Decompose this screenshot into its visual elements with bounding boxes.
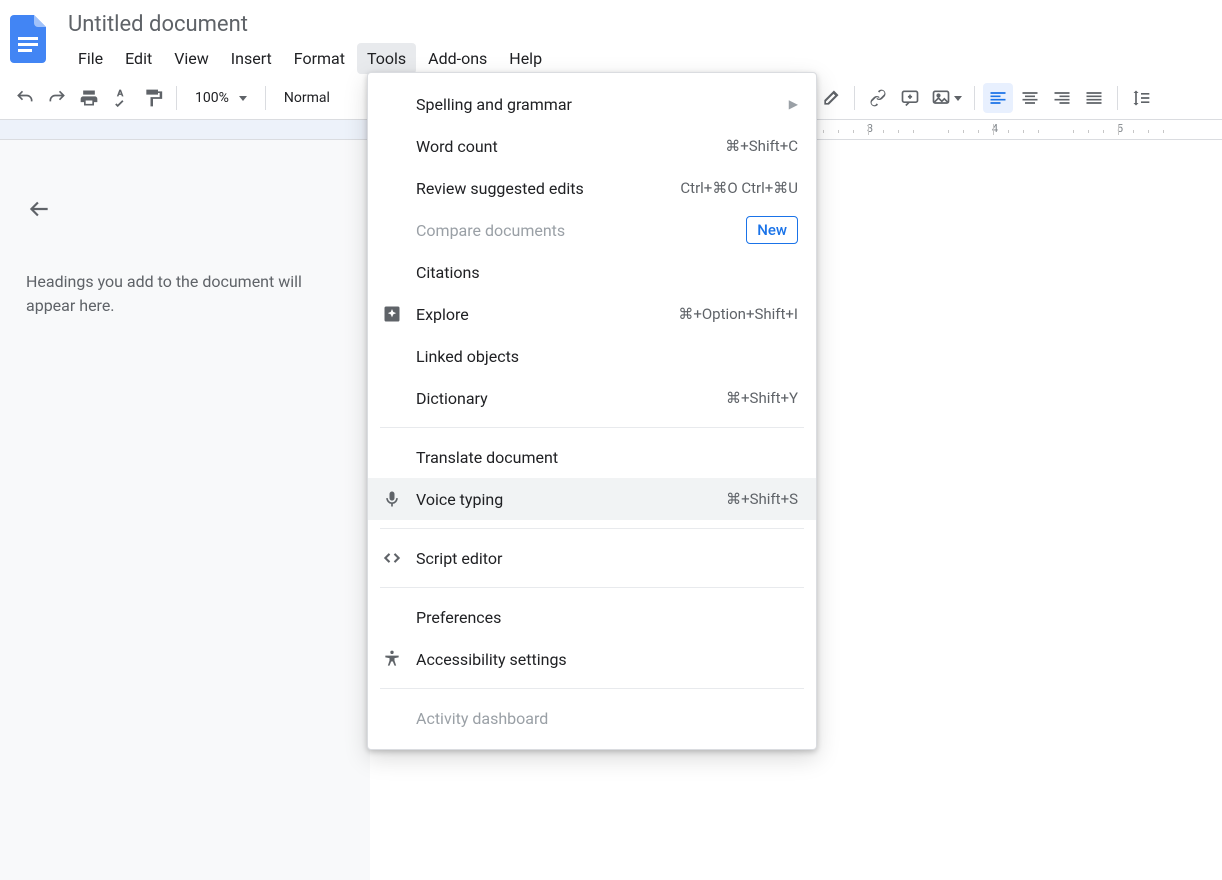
add-comment-button[interactable] bbox=[895, 83, 925, 113]
menu-tools[interactable]: Tools bbox=[357, 43, 416, 74]
spellcheck-button[interactable] bbox=[106, 83, 136, 113]
menu-item-linked-objects[interactable]: Linked objects bbox=[368, 335, 816, 377]
menu-item-script-editor[interactable]: Script editor bbox=[368, 537, 816, 579]
line-spacing-button[interactable] bbox=[1126, 83, 1156, 113]
undo-button[interactable] bbox=[10, 83, 40, 113]
menu-shortcut: ⌘+Shift+C bbox=[725, 137, 798, 155]
menu-item-label: Spelling and grammar bbox=[416, 95, 773, 114]
menu-shortcut: ⌘+Shift+S bbox=[726, 490, 798, 508]
menu-format[interactable]: Format bbox=[284, 43, 355, 74]
new-badge: New bbox=[746, 216, 798, 244]
menu-item-label: Explore bbox=[416, 305, 662, 324]
insert-link-button[interactable] bbox=[863, 83, 893, 113]
document-title[interactable]: Untitled document bbox=[68, 8, 552, 43]
menu-file[interactable]: File bbox=[68, 43, 113, 74]
menu-separator bbox=[380, 528, 804, 529]
align-center-button[interactable] bbox=[1015, 83, 1045, 113]
menu-separator bbox=[380, 688, 804, 689]
explore-icon bbox=[380, 302, 404, 326]
menu-item-label: Compare documents bbox=[416, 221, 746, 240]
menu-add-ons[interactable]: Add-ons bbox=[418, 43, 497, 74]
outline-pane: Headings you add to the document will ap… bbox=[0, 140, 370, 880]
blank-icon bbox=[380, 218, 404, 242]
menu-shortcut: Ctrl+⌘O Ctrl+⌘U bbox=[680, 179, 798, 197]
menubar: FileEditViewInsertFormatToolsAdd-onsHelp bbox=[68, 43, 552, 74]
menu-item-accessibility-settings[interactable]: Accessibility settings bbox=[368, 638, 816, 680]
toolbar-separator bbox=[854, 86, 855, 110]
menu-item-label: Word count bbox=[416, 137, 709, 156]
caret-down-icon bbox=[954, 96, 962, 101]
caret-down-icon bbox=[239, 96, 247, 101]
tools-menu-dropdown: Spelling and grammar ▶ Word count ⌘+Shift+C… bbox=[367, 72, 817, 750]
outline-empty-hint: Headings you add to the document will ap… bbox=[26, 270, 330, 318]
menu-help[interactable]: Help bbox=[499, 43, 552, 74]
blank-icon bbox=[380, 92, 404, 116]
blank-icon bbox=[380, 176, 404, 200]
zoom-select[interactable]: 100% bbox=[185, 90, 257, 106]
toolbar-separator bbox=[974, 86, 975, 110]
menu-item-label: Citations bbox=[416, 263, 798, 282]
menu-item-label: Accessibility settings bbox=[416, 650, 798, 669]
docs-logo[interactable] bbox=[8, 12, 48, 66]
menu-item-compare-documents: Compare documentsNew bbox=[368, 209, 816, 251]
menu-item-label: Translate document bbox=[416, 448, 798, 467]
menu-shortcut: ⌘+Shift+Y bbox=[726, 389, 798, 407]
mic-icon bbox=[380, 487, 404, 511]
menu-item-preferences[interactable]: Preferences bbox=[368, 596, 816, 638]
menu-item-spelling-and-grammar[interactable]: Spelling and grammar ▶ bbox=[368, 83, 816, 125]
style-value: Normal bbox=[284, 90, 330, 106]
toolbar-separator bbox=[176, 86, 177, 110]
close-outline-button[interactable] bbox=[26, 196, 54, 224]
menu-insert[interactable]: Insert bbox=[221, 43, 282, 74]
menu-item-explore[interactable]: Explore ⌘+Option+Shift+I bbox=[368, 293, 816, 335]
code-icon bbox=[380, 546, 404, 570]
menu-separator bbox=[380, 427, 804, 428]
menu-item-label: Linked objects bbox=[416, 347, 798, 366]
menu-item-label: Preferences bbox=[416, 608, 798, 627]
menu-item-dictionary[interactable]: Dictionary ⌘+Shift+Y bbox=[368, 377, 816, 419]
menu-item-label: Voice typing bbox=[416, 490, 710, 509]
blank-icon bbox=[380, 344, 404, 368]
menu-item-translate-document[interactable]: Translate document bbox=[368, 436, 816, 478]
accessibility-icon bbox=[380, 647, 404, 671]
redo-button[interactable] bbox=[42, 83, 72, 113]
align-justify-button[interactable] bbox=[1079, 83, 1109, 113]
paragraph-style-select[interactable]: Normal bbox=[274, 90, 340, 106]
blank-icon bbox=[380, 706, 404, 730]
menu-item-label: Activity dashboard bbox=[416, 709, 798, 728]
print-button[interactable] bbox=[74, 83, 104, 113]
menu-edit[interactable]: Edit bbox=[115, 43, 162, 74]
titlebar: Untitled document FileEditViewInsertForm… bbox=[0, 0, 1222, 76]
menu-shortcut: ⌘+Option+Shift+I bbox=[678, 305, 798, 323]
toolbar-separator bbox=[265, 86, 266, 110]
blank-icon bbox=[380, 445, 404, 469]
blank-icon bbox=[380, 605, 404, 629]
menu-item-label: Dictionary bbox=[416, 389, 710, 408]
menu-item-review-suggested-edits[interactable]: Review suggested edits Ctrl+⌘O Ctrl+⌘U bbox=[368, 167, 816, 209]
menu-item-label: Review suggested edits bbox=[416, 179, 664, 198]
menu-separator bbox=[380, 587, 804, 588]
submenu-arrow-icon: ▶ bbox=[789, 97, 798, 111]
blank-icon bbox=[380, 386, 404, 410]
menu-item-activity-dashboard: Activity dashboard bbox=[368, 697, 816, 739]
menu-item-label: Script editor bbox=[416, 549, 798, 568]
menu-view[interactable]: View bbox=[164, 43, 219, 74]
highlight-color-button[interactable] bbox=[816, 83, 846, 113]
menu-item-word-count[interactable]: Word count ⌘+Shift+C bbox=[368, 125, 816, 167]
align-left-button[interactable] bbox=[983, 83, 1013, 113]
zoom-value: 100% bbox=[195, 90, 229, 106]
insert-image-button[interactable] bbox=[927, 83, 966, 113]
menu-item-voice-typing[interactable]: Voice typing ⌘+Shift+S bbox=[368, 478, 816, 520]
menu-item-citations[interactable]: Citations bbox=[368, 251, 816, 293]
toolbar-separator bbox=[1117, 86, 1118, 110]
paint-format-button[interactable] bbox=[138, 83, 168, 113]
align-right-button[interactable] bbox=[1047, 83, 1077, 113]
blank-icon bbox=[380, 134, 404, 158]
blank-icon bbox=[380, 260, 404, 284]
